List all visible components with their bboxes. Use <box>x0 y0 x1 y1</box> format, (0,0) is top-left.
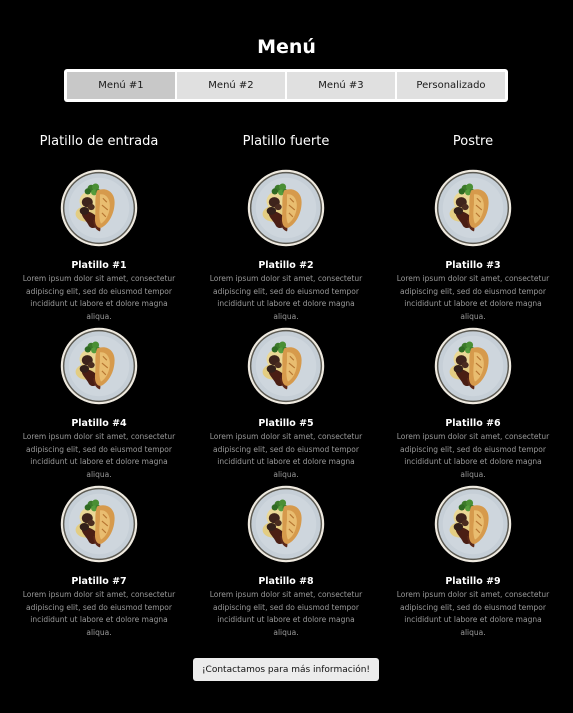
tab-menu-2[interactable]: Menú #2 <box>177 72 285 99</box>
tab-menu-3[interactable]: Menú #3 <box>287 72 395 99</box>
dish-description: Lorem ipsum dolor sit amet, consectetur … <box>396 432 550 480</box>
dish-card-3: Platillo #3 Lorem ipsum dolor sit amet, … <box>393 169 553 324</box>
dish-image[interactable] <box>247 327 325 405</box>
dish-card-2: Platillo #2 Lorem ipsum dolor sit amet, … <box>206 169 366 324</box>
page-title: Menú <box>257 36 316 58</box>
dish-description: Lorem ipsum dolor sit amet, consectetur … <box>396 274 550 322</box>
dish-description: Lorem ipsum dolor sit amet, consectetur … <box>209 274 363 322</box>
dish-description: Lorem ipsum dolor sit amet, consectetur … <box>22 274 176 322</box>
dish-name: Platillo #3 <box>445 260 501 271</box>
dish-description: Lorem ipsum dolor sit amet, consectetur … <box>209 432 363 480</box>
dish-image[interactable] <box>434 485 512 563</box>
dish-card-7: Platillo #7 Lorem ipsum dolor sit amet, … <box>19 485 179 640</box>
column-header-entrada: Platillo de entrada <box>39 134 159 149</box>
dish-card-9: Platillo #9 Lorem ipsum dolor sit amet, … <box>393 485 553 640</box>
dish-image[interactable] <box>434 327 512 405</box>
dish-image[interactable] <box>60 169 138 247</box>
dish-name: Platillo #8 <box>258 576 314 587</box>
dish-name: Platillo #9 <box>445 576 501 587</box>
dish-description: Lorem ipsum dolor sit amet, consectetur … <box>22 590 176 638</box>
dish-card-5: Platillo #5 Lorem ipsum dolor sit amet, … <box>206 327 366 482</box>
dish-image[interactable] <box>434 169 512 247</box>
column-header-fuerte: Platillo fuerte <box>242 134 330 149</box>
menu-tabs: Menú #1 Menú #2 Menú #3 Personalizado <box>64 69 508 102</box>
dish-description: Lorem ipsum dolor sit amet, consectetur … <box>22 432 176 480</box>
dish-image[interactable] <box>247 485 325 563</box>
dish-name: Platillo #2 <box>258 260 314 271</box>
dish-description: Lorem ipsum dolor sit amet, consectetur … <box>396 590 550 638</box>
dish-name: Platillo #1 <box>71 260 127 271</box>
dish-name: Platillo #5 <box>258 418 314 429</box>
tab-personalizado[interactable]: Personalizado <box>397 72 505 99</box>
dish-image[interactable] <box>247 169 325 247</box>
dish-name: Platillo #6 <box>445 418 501 429</box>
dish-card-6: Platillo #6 Lorem ipsum dolor sit amet, … <box>393 327 553 482</box>
dish-image[interactable] <box>60 327 138 405</box>
dish-name: Platillo #4 <box>71 418 127 429</box>
dish-description: Lorem ipsum dolor sit amet, consectetur … <box>209 590 363 638</box>
dish-card-8: Platillo #8 Lorem ipsum dolor sit amet, … <box>206 485 366 640</box>
contact-button[interactable]: ¡Contactamos para más información! <box>193 658 379 681</box>
dish-name: Platillo #7 <box>71 576 127 587</box>
dish-image[interactable] <box>60 485 138 563</box>
column-header-postre: Postre <box>452 134 494 149</box>
tab-menu-1[interactable]: Menú #1 <box>67 72 175 99</box>
dish-card-1: Platillo #1 Lorem ipsum dolor sit amet, … <box>19 169 179 324</box>
dish-card-4: Platillo #4 Lorem ipsum dolor sit amet, … <box>19 327 179 482</box>
